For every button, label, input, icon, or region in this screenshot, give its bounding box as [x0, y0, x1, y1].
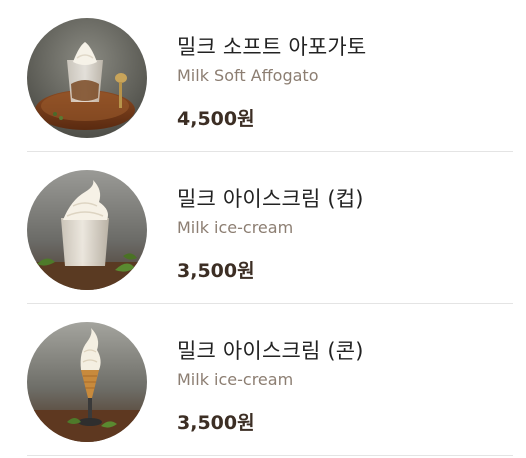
- divider: [27, 455, 513, 456]
- menu-item-name: 밀크 아이스크림 (컵): [177, 187, 364, 211]
- affogato-photo: [27, 18, 147, 138]
- icecream-cone-photo: [27, 322, 147, 442]
- menu-item-price: 3,500원: [177, 260, 255, 282]
- menu-item-image[interactable]: [27, 170, 147, 290]
- menu-item-price: 4,500원: [177, 108, 255, 130]
- menu-item-name-english: Milk ice-cream: [177, 370, 294, 389]
- menu-item-milk-icecream-cone[interactable]: 밀크 아이스크림 (콘) Milk ice-cream 3,500원: [0, 304, 526, 456]
- menu-item-name: 밀크 아이스크림 (콘): [177, 339, 364, 363]
- menu-item-name: 밀크 소프트 아포가토: [177, 35, 367, 59]
- menu-list: 밀크 소프트 아포가토 Milk Soft Affogato 4,500원 밀크…: [0, 0, 526, 458]
- menu-item-image[interactable]: [27, 322, 147, 442]
- menu-item-milk-soft-affogato[interactable]: 밀크 소프트 아포가토 Milk Soft Affogato 4,500원: [0, 0, 526, 152]
- menu-item-image[interactable]: [27, 18, 147, 138]
- menu-item-name-english: Milk Soft Affogato: [177, 66, 319, 85]
- menu-item-name-english: Milk ice-cream: [177, 218, 294, 237]
- menu-item-milk-icecream-cup[interactable]: 밀크 아이스크림 (컵) Milk ice-cream 3,500원: [0, 152, 526, 304]
- icecream-cup-photo: [27, 170, 147, 290]
- menu-item-price: 3,500원: [177, 412, 255, 434]
